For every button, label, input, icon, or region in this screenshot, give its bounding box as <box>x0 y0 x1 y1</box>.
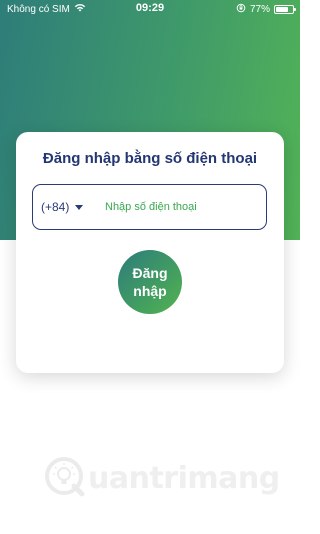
watermark-text: uantrimang <box>88 460 280 496</box>
lightbulb-q-logo-icon <box>42 454 86 503</box>
battery-cap <box>294 8 296 11</box>
login-title: Đăng nhập bằng số điện thoại <box>42 150 258 167</box>
chevron-down-icon[interactable] <box>75 204 84 210</box>
phone-input[interactable] <box>105 197 255 217</box>
country-code-label: (+84) <box>41 200 70 214</box>
login-card: Đăng nhập bằng số điện thoại (+84) Đăng … <box>16 132 284 373</box>
rotation-lock-icon <box>236 3 246 16</box>
watermark: uantrimang <box>42 454 280 503</box>
battery-level <box>276 7 288 12</box>
login-button-label: Đăng nhập <box>132 265 168 299</box>
battery-percent: 77% <box>249 4 270 15</box>
country-code-selector[interactable]: (+84) <box>41 200 84 214</box>
status-bar: Không có SIM 09:29 77% <box>0 0 300 18</box>
status-right: 77% <box>236 3 296 16</box>
phone-field[interactable]: (+84) <box>32 184 267 230</box>
login-button[interactable]: Đăng nhập <box>118 250 182 314</box>
battery-icon <box>274 5 296 14</box>
